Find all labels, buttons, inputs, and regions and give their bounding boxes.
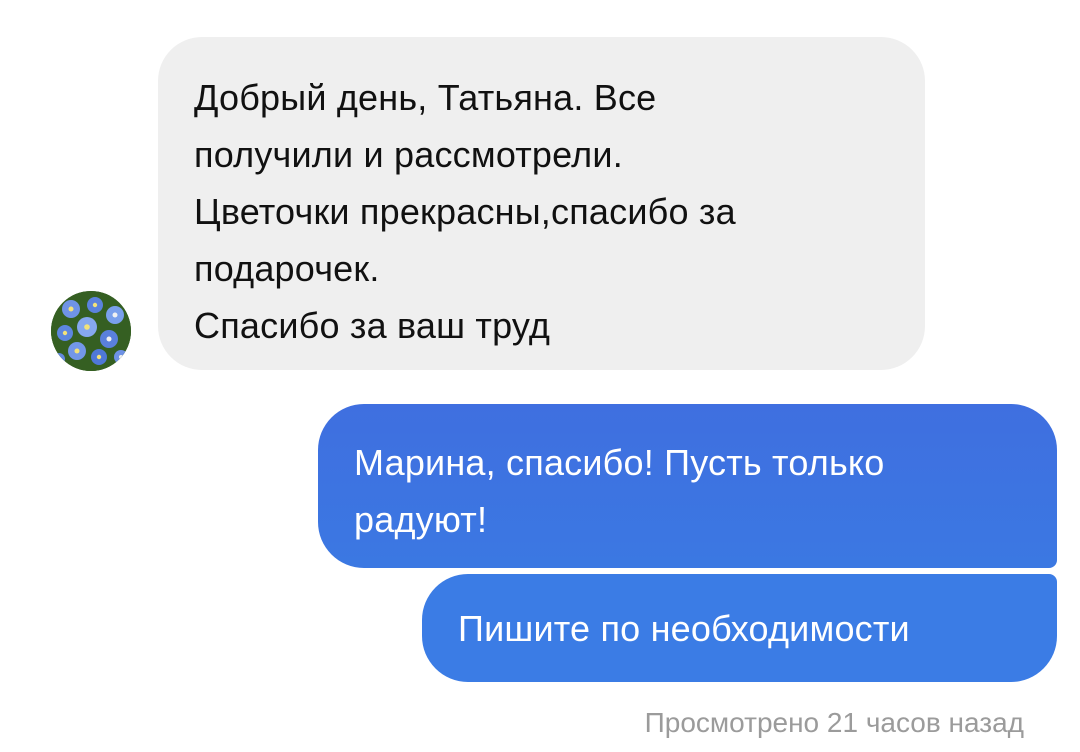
seen-status: Просмотрено 21 часов назад <box>644 707 1024 738</box>
outgoing-message-bubble[interactable]: Пишите по необходимости <box>422 574 1057 682</box>
incoming-message-bubble[interactable]: Добрый день, Татьяна. Все получили и рас… <box>158 37 925 370</box>
contact-avatar[interactable] <box>51 291 131 371</box>
message-text-line: подарочек. <box>194 248 380 289</box>
outgoing-message-bubble[interactable]: Марина, спасибо! Пусть только радуют! <box>318 404 1057 568</box>
message-text-line: радуют! <box>354 499 488 540</box>
message-text-line: Спасибо за ваш труд <box>194 305 551 346</box>
flower-avatar-icon <box>51 291 131 371</box>
message-text-line: Цветочки прекрасны,спасибо за <box>194 191 736 232</box>
message-text-line: Добрый день, Татьяна. Все <box>194 77 657 118</box>
message-text-line: получили и рассмотрели. <box>194 134 623 175</box>
message-text-line: Марина, спасибо! Пусть только <box>354 442 885 483</box>
message-text-line: Пишите по необходимости <box>458 608 910 649</box>
chat-thread: Добрый день, Татьяна. Все получили и рас… <box>0 0 1080 752</box>
